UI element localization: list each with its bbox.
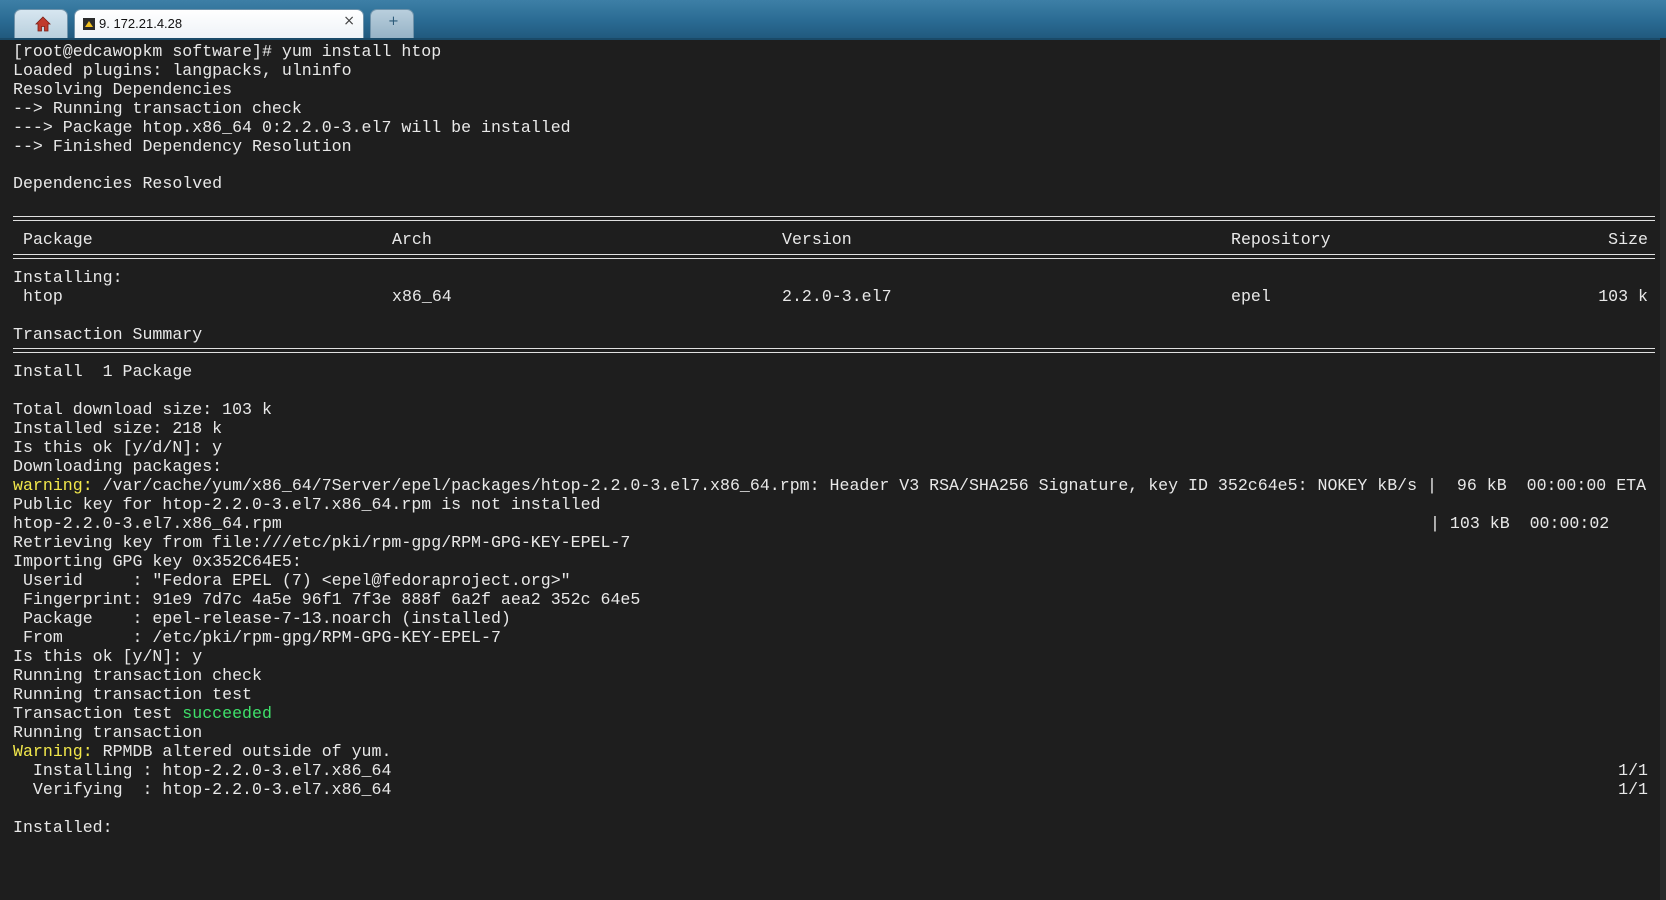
home-icon [35,16,51,32]
terminal-line: Loaded plugins: langpacks, ulninfo [13,61,352,80]
terminal-line: ---> Package htop.x86_64 0:2.2.0-3.el7 w… [13,118,571,137]
terminal-line: htop-2.2.0-3.el7.x86_64.rpm [13,514,282,533]
test-prefix: Transaction test [13,704,183,723]
terminal-line: Install 1 Package [13,362,193,381]
warning-line: Warning: RPMDB altered outside of yum. [13,742,391,761]
tab-bar: 9. 172.21.4.28 × + [0,0,1666,40]
terminal-line: Total download size: 103 k [13,400,272,419]
terminal-line: Userid : "Fedora EPEL (7) <epel@fedorapr… [13,571,571,590]
terminal-line: Package : epel-release-7-13.noarch (inst… [13,609,511,628]
terminal-line: Retrieving key from file:///etc/pki/rpm-… [13,533,631,552]
warning-label: warning: [13,476,93,495]
row-version: 2.2.0-3.el7 [782,287,892,306]
terminal-line: Running transaction test [13,685,252,704]
session-icon [83,18,95,30]
terminal-line: Installing : htop-2.2.0-3.el7.x86_64 [13,761,392,780]
terminal-line: Running transaction check [13,666,262,685]
terminal-line: --> Finished Dependency Resolution [13,137,352,156]
terminal-line: Running transaction [13,723,203,742]
terminal-line: Public key for htop-2.2.0-3.el7.x86_64.r… [13,495,601,514]
terminal-line: Transaction test succeeded [13,704,272,723]
col-package: Package [23,230,93,249]
terminal-line: Importing GPG key 0x352C64E5: [13,552,302,571]
tab-session[interactable]: 9. 172.21.4.28 × [74,9,364,38]
table-rule [13,216,1655,221]
col-version: Version [782,230,852,249]
step-count: 1/1 [1618,780,1648,799]
row-size: 103 k [1598,287,1648,306]
terminal-line: Is this ok [y/N]: y [13,647,203,666]
tab-title: 9. 172.21.4.28 [99,16,183,31]
test-result: succeeded [182,704,272,723]
warning-text: /var/cache/yum/x86_64/7Server/epel/packa… [92,476,1647,495]
terminal-output[interactable]: [root@edcawopkm software]# yum install h… [0,40,1660,900]
new-tab-icon: + [388,14,399,29]
row-arch: x86_64 [392,287,452,306]
close-icon[interactable]: × [343,13,355,29]
terminal-line: Verifying : htop-2.2.0-3.el7.x86_64 [13,780,392,799]
terminal-line: Installed size: 218 k [13,419,223,438]
warning-line: warning: /var/cache/yum/x86_64/7Server/e… [13,476,1646,495]
row-repository: epel [1231,287,1271,306]
terminal-line: Installed: [13,818,113,837]
terminal-line: Is this ok [y/d/N]: y [13,438,223,457]
table-rule [13,254,1655,259]
terminal-line: Installing: [13,268,123,287]
terminal-line: Downloading packages: [13,457,223,476]
col-size: Size [1608,230,1648,249]
warning-text: RPMDB altered outside of yum. [92,742,392,761]
col-arch: Arch [392,230,432,249]
terminal-line: From : /etc/pki/rpm-gpg/RPM-GPG-KEY-EPEL… [13,628,501,647]
tab-home[interactable] [14,9,68,38]
table-rule [13,348,1655,353]
rpm-progress: | 103 kB 00:00:02 [1430,514,1610,533]
row-package: htop [23,287,63,306]
terminal-line: Dependencies Resolved [13,174,223,193]
scrollbar[interactable] [1660,38,1666,900]
terminal-line: Transaction Summary [13,325,203,344]
new-tab-button[interactable]: + [370,9,414,38]
col-repository: Repository [1231,230,1331,249]
terminal-line: Resolving Dependencies [13,80,233,99]
step-count: 1/1 [1618,761,1648,780]
warning-label: Warning: [13,742,93,761]
terminal-line: [root@edcawopkm software]# yum install h… [13,42,442,61]
terminal-line: Fingerprint: 91e9 7d7c 4a5e 96f1 7f3e 88… [13,590,641,609]
terminal-line: --> Running transaction check [13,99,302,118]
